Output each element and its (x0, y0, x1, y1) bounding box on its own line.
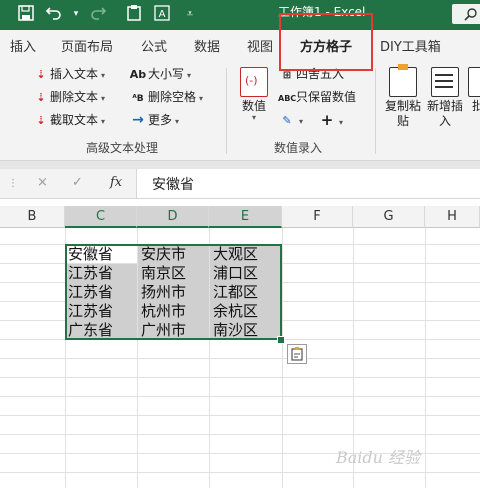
redo-icon (88, 4, 108, 24)
group-label-text: 高级文本处理 (86, 141, 159, 155)
ribbon-tab-strip: 插入 页面布局 公式 数据 视图 方方格子 DIY工具箱 (0, 30, 480, 60)
column-header-h[interactable]: H (425, 206, 480, 228)
grid-line (0, 415, 480, 416)
batch-button[interactable]: 批 (468, 67, 480, 114)
cancel-icon[interactable]: × (37, 175, 48, 190)
formula-input[interactable]: 安徽省 (152, 174, 194, 194)
svg-text:A: A (159, 9, 166, 20)
grid-line (0, 358, 480, 359)
extract-text-button[interactable]: ⇣ 截取文本 ▾ (32, 111, 105, 129)
column-header-c[interactable]: C (65, 206, 137, 228)
tab-data[interactable]: 数据 (194, 36, 220, 55)
column-header-g[interactable]: G (353, 206, 425, 228)
grid-line (0, 396, 480, 397)
tab-diy-toolbox[interactable]: DIY工具箱 (380, 36, 441, 55)
fx-icon[interactable]: fx (110, 175, 122, 190)
clipboard-icon[interactable] (124, 4, 144, 24)
undo-icon[interactable] (44, 4, 64, 24)
insert-text-button[interactable]: ⇣ 插入文本 ▾ (32, 65, 105, 83)
column-header-b[interactable]: B (0, 206, 65, 228)
numeric-icon: (-) (240, 67, 268, 97)
undo-dropdown-icon[interactable]: ▾ (66, 4, 86, 24)
remove-spaces-button[interactable]: ᴬB 删除空格 ▾ (128, 88, 203, 106)
delete-text-icon: ⇣ (36, 91, 46, 104)
tab-formulas[interactable]: 公式 (141, 36, 167, 55)
insert-new-icon (431, 67, 459, 97)
paste-options-icon (291, 347, 303, 361)
insert-text-icon: ⇣ (36, 68, 46, 81)
column-header-d[interactable]: D (137, 206, 209, 228)
search-box[interactable] (452, 4, 480, 24)
extract-text-icon: ⇣ (36, 114, 46, 127)
case-button[interactable]: Ab 大小写 ▾ (128, 65, 191, 83)
grid-line (0, 377, 480, 378)
keep-values-button[interactable]: ABC只保留数值 (278, 88, 356, 106)
more-button[interactable]: → 更多 ▾ (128, 111, 179, 129)
ribbon-gap (0, 161, 480, 169)
tab-page-layout[interactable]: 页面布局 (61, 36, 113, 55)
save-icon[interactable] (16, 4, 36, 24)
search-icon (464, 8, 477, 21)
case-ab-icon: Ab (129, 68, 147, 81)
batch-icon (468, 67, 480, 97)
plus-icon: + (320, 111, 334, 129)
remove-space-icon: ᴬB (132, 94, 144, 104)
copy-paste-icon (389, 64, 417, 97)
group-separator (226, 68, 227, 154)
insert-new-button[interactable]: 新增插入 (425, 67, 465, 129)
edit-icon: ✎ (282, 114, 292, 127)
formula-bar: ⋮ × ✓ fx 安徽省 (0, 169, 480, 199)
chevron-down-icon: ▾ (251, 113, 256, 122)
delete-text-button[interactable]: ⇣ 删除文本 ▾ (32, 88, 105, 106)
formula-controls: ⋮ × ✓ fx (0, 169, 137, 198)
copy-paste-label: 复制粘贴 (384, 99, 421, 128)
title-bar: ▾ A ⩡ 工作簿1 - Excel (0, 0, 480, 30)
drag-handle-icon[interactable]: ⋮ (8, 178, 18, 189)
plus-button[interactable]: + ▾ (318, 111, 343, 129)
arrow-right-icon: → (132, 112, 144, 128)
enter-icon[interactable]: ✓ (72, 175, 83, 190)
copy-paste-button[interactable]: 复制粘贴 (383, 64, 423, 129)
fill-handle[interactable] (277, 336, 285, 344)
text-a-icon[interactable]: A (152, 4, 172, 24)
highlight-box (279, 13, 373, 71)
tab-view[interactable]: 视图 (247, 36, 273, 55)
column-header-e[interactable]: E (209, 206, 282, 228)
group-label-numeric: 数值录入 (274, 141, 323, 155)
selection-border (65, 244, 282, 340)
edit-tools-button[interactable]: ✎ ▾ (278, 111, 303, 129)
insert-new-label: 新增插入 (426, 99, 463, 128)
tab-insert[interactable]: 插入 (10, 36, 36, 55)
batch-label: 批 (471, 99, 480, 113)
abc-icon: ABC (278, 94, 297, 103)
grid-line (0, 472, 480, 473)
numeric-button[interactable]: (-) 数值 ▾ (236, 67, 272, 122)
column-header-f[interactable]: F (282, 206, 353, 228)
group-separator (375, 68, 376, 154)
quick-analysis-button[interactable] (287, 344, 307, 364)
grid-line (0, 434, 480, 435)
qat-dropdown-icon[interactable]: ⩡ (180, 4, 200, 24)
watermark: Baidu 经验 (336, 448, 421, 467)
